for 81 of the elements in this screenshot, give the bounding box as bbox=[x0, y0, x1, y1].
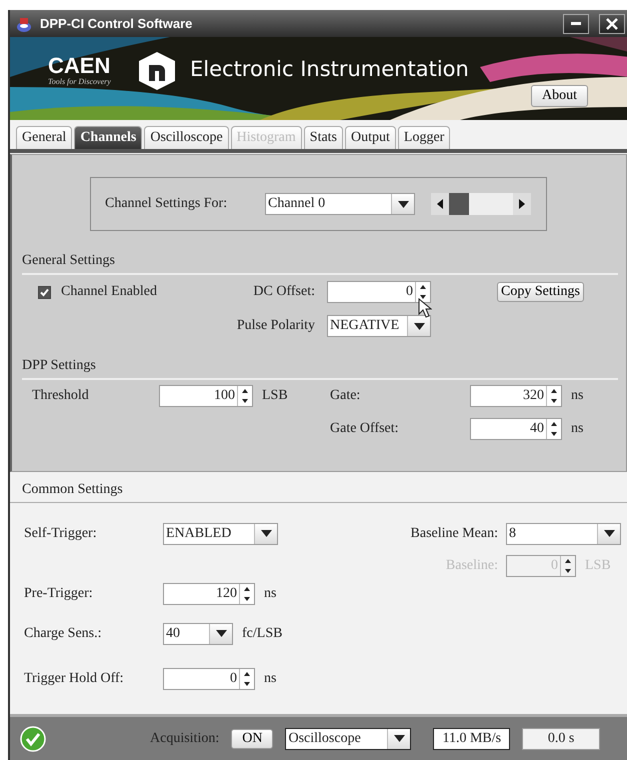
minimize-icon bbox=[571, 22, 581, 25]
gate-offset-field[interactable]: 40 bbox=[470, 418, 562, 440]
mode-dropdown[interactable]: Oscilloscope bbox=[285, 728, 412, 750]
field-label: Threshold bbox=[32, 388, 90, 404]
brand-logo: CAEN bbox=[48, 55, 111, 77]
field-label: Pulse Polarity bbox=[236, 318, 315, 334]
field-label: Pre-Trigger: bbox=[24, 586, 94, 602]
threshold-field[interactable]: 100 bbox=[159, 385, 253, 407]
dropdown-arrow-icon bbox=[398, 200, 408, 208]
dropdown-arrow-icon bbox=[414, 322, 424, 330]
spin-up-icon bbox=[243, 670, 251, 676]
window-title: DPP-CI Control Software bbox=[40, 16, 194, 31]
scroll-thumb[interactable] bbox=[449, 193, 469, 215]
field-label: ns bbox=[264, 670, 276, 686]
field-label: Channel Settings For: bbox=[105, 196, 228, 212]
spin-down-icon bbox=[564, 568, 572, 574]
field-label: ns bbox=[264, 586, 276, 602]
field-label: ns bbox=[571, 421, 584, 437]
channel-scrollbar[interactable] bbox=[431, 193, 531, 215]
pulse-polarity-dropdown[interactable]: NEGATIVE bbox=[327, 315, 431, 337]
charge-sens-dropdown[interactable]: 40 bbox=[163, 622, 233, 644]
field-label: Self-Trigger: bbox=[24, 526, 98, 542]
mouse-cursor-icon bbox=[418, 298, 432, 318]
spin-up-icon bbox=[564, 558, 572, 564]
close-icon bbox=[606, 18, 618, 30]
spin-up-icon bbox=[550, 421, 558, 427]
elapsed-time-display: 0.0 s bbox=[522, 728, 600, 750]
spin-down-icon bbox=[241, 398, 249, 404]
field-label: ns bbox=[571, 388, 584, 404]
field-label: fc/LSB bbox=[242, 626, 282, 642]
trigger-hold-off-field[interactable]: 0 bbox=[163, 668, 255, 690]
tab[interactable]: General bbox=[16, 126, 72, 149]
spin-down-icon bbox=[550, 431, 558, 437]
field-label: Trigger Hold Off: bbox=[24, 670, 125, 686]
section-title: General Settings bbox=[22, 253, 618, 275]
about-button[interactable]: About bbox=[531, 85, 588, 107]
dropdown-arrow-icon bbox=[260, 530, 272, 537]
dropdown-arrow-icon bbox=[604, 530, 614, 537]
channel-dropdown[interactable]: Channel 0 bbox=[265, 193, 415, 215]
checkbox[interactable] bbox=[38, 286, 51, 298]
field-label: LSB bbox=[262, 388, 289, 404]
tab[interactable]: Oscilloscope bbox=[144, 126, 229, 149]
gate-field[interactable]: 320 bbox=[470, 385, 562, 407]
section-title: DPP Settings bbox=[22, 358, 618, 380]
spin-down-icon bbox=[419, 294, 427, 300]
tab[interactable]: Channels bbox=[74, 126, 142, 149]
tab[interactable]: Stats bbox=[304, 126, 344, 149]
tab[interactable]: Logger bbox=[398, 126, 450, 149]
field-label: Baseline Mean: bbox=[410, 526, 498, 542]
spin-up-icon bbox=[241, 388, 249, 394]
dc-offset-field[interactable]: 0 bbox=[327, 281, 431, 303]
scroll-right-icon bbox=[519, 199, 525, 209]
self-trigger-dropdown[interactable]: ENABLED bbox=[163, 522, 278, 544]
field-label: Gate Offset: bbox=[330, 421, 400, 437]
spin-down-icon bbox=[243, 596, 251, 602]
banner-heading: Electronic Instrumentation bbox=[190, 57, 469, 81]
tab[interactable]: Output bbox=[345, 126, 396, 149]
scroll-left-icon bbox=[437, 199, 443, 209]
baseline-mean-dropdown[interactable]: 8 bbox=[506, 522, 621, 544]
field-label: Gate: bbox=[330, 388, 362, 404]
spin-up-icon bbox=[419, 284, 427, 290]
hexagon-logo-icon bbox=[138, 51, 176, 91]
close-button[interactable] bbox=[599, 14, 625, 34]
section-title: Common Settings bbox=[10, 482, 627, 503]
field-label: Channel Enabled bbox=[61, 284, 158, 300]
dropdown-arrow-icon bbox=[216, 630, 226, 637]
tagline: Tools for Discovery bbox=[48, 77, 111, 86]
spin-up-icon bbox=[550, 388, 558, 394]
spin-down-icon bbox=[243, 680, 251, 686]
pre-trigger-field[interactable]: 120 bbox=[163, 582, 255, 604]
field-label: DC Offset: bbox=[252, 284, 315, 300]
dropdown-arrow-icon bbox=[394, 735, 405, 742]
spin-down-icon bbox=[550, 398, 558, 404]
acquisition-button[interactable]: ON bbox=[231, 728, 274, 748]
copy-settings-button[interactable]: Copy Settings bbox=[497, 282, 584, 302]
field-label: Charge Sens.: bbox=[24, 626, 103, 642]
spin-up-icon bbox=[243, 586, 251, 592]
field-label: Acquisition: bbox=[150, 730, 220, 746]
data-rate-display: 11.0 MB/s bbox=[433, 728, 510, 750]
minimize-button[interactable] bbox=[563, 14, 589, 34]
check-icon bbox=[20, 726, 46, 752]
